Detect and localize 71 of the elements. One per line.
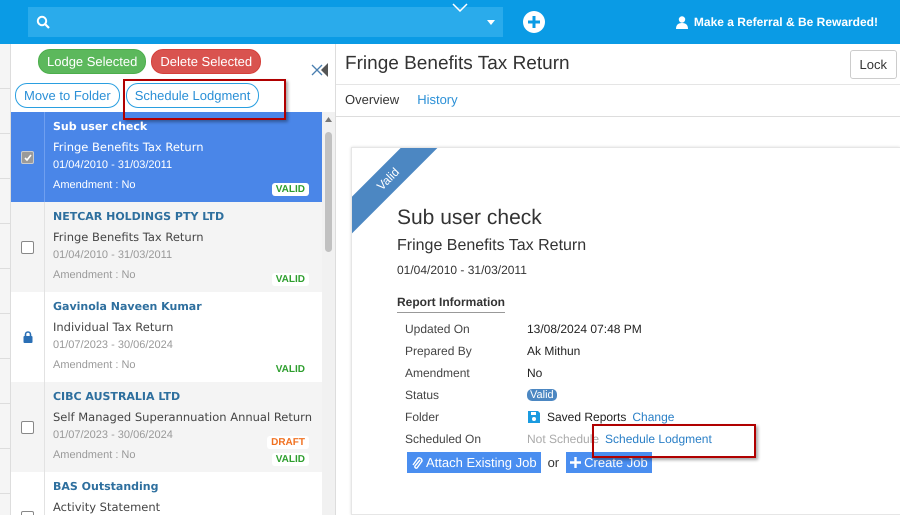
attach-job-button[interactable]: Attach Existing Job — [407, 452, 541, 474]
delete-button[interactable]: Delete Selected — [151, 49, 262, 74]
report-name: Sub user check — [397, 206, 543, 230]
lock-icon — [22, 331, 32, 343]
status-badge: VALID — [272, 453, 309, 466]
search-icon — [36, 15, 50, 29]
field-label: Amendment — [405, 366, 470, 380]
field-label: Status — [405, 388, 440, 402]
field-label: Updated On — [405, 322, 470, 336]
or-text: or — [548, 455, 560, 470]
amendment-status: Amendment : No — [52, 449, 136, 463]
field-value: Ak Mithun — [527, 344, 580, 358]
add-icon[interactable] — [523, 11, 545, 33]
caret-icon[interactable] — [487, 20, 495, 24]
client-name: BAS Outstanding — [53, 480, 158, 495]
check-icon — [24, 154, 32, 162]
save-icon — [527, 410, 541, 424]
scroll-up-icon[interactable] — [325, 117, 332, 122]
field-value: No — [527, 366, 542, 380]
return-item[interactable]: NETCAR HOLDINGS PTY LTD Fringe Benefits Tax Return 01/04/2010 - 31/03/2011 Amendment : No VALID — [11, 202, 322, 292]
field-value: 13/08/2024 07:48 PM — [527, 322, 642, 336]
page-title: Fringe Benefits Tax Return — [345, 53, 570, 76]
return-type: Activity Statement — [53, 500, 160, 515]
amendment-status: Amendment : No — [53, 359, 136, 373]
schedule-lodgment-link[interactable]: Schedule Lodgment — [605, 432, 712, 446]
status-badge: DRAFT — [267, 436, 309, 449]
folder-name: Saved Reports — [547, 410, 626, 424]
field-label: Prepared By — [405, 344, 472, 358]
tab[interactable]: Overview — [336, 85, 408, 116]
return-type: Fringe Benefits Tax Return — [53, 140, 204, 156]
paperclip-icon — [411, 456, 423, 470]
plus-icon — [570, 457, 582, 468]
scroll-thumb[interactable] — [325, 132, 332, 252]
return-type: Fringe Benefits Tax Return — [53, 230, 204, 246]
user-icon — [676, 16, 688, 28]
client-name: CIBC AUSTRALIA LTD — [52, 390, 180, 405]
scrollbar[interactable] — [322, 112, 335, 515]
toolbar-button[interactable]: Lodge Selected — [38, 49, 146, 74]
lock-button[interactable]: Lock — [850, 50, 897, 79]
return-type: Individual Tax Return — [53, 320, 174, 336]
client-name: Sub user check — [53, 120, 148, 135]
section-heading: Report Information — [397, 295, 505, 314]
chevron-icon — [452, 3, 468, 12]
return-period: 01/04/2010 - 31/03/2011 — [53, 159, 172, 173]
collapse-icon[interactable] — [311, 62, 329, 78]
tab[interactable]: History — [408, 85, 467, 116]
status-badge: Valid — [527, 389, 557, 402]
return-period: 01/07/2023 - 30/06/2024 — [53, 339, 173, 353]
client-name: NETCAR HOLDINGS PTY LTD — [53, 210, 224, 225]
report-type: Fringe Benefits Tax Return — [397, 237, 588, 256]
report-period: 01/04/2010 - 31/03/2011 — [397, 263, 528, 278]
field-label: Scheduled On — [405, 432, 482, 446]
amendment-status: Amendment : No — [53, 179, 136, 193]
return-type: Self Managed Superannuation Annual Return — [52, 410, 312, 426]
client-name: Gavinola Naveen Kumar — [53, 300, 202, 315]
return-period: 01/07/2023 - 30/06/2024 — [52, 429, 173, 443]
create-job-button[interactable]: Create Job — [566, 452, 652, 474]
status-badge: VALID — [272, 273, 309, 286]
toolbar-button[interactable]: Move to Folder — [15, 83, 120, 108]
return-period: 01/04/2010 - 31/03/2011 — [53, 249, 172, 263]
change-link[interactable]: Change — [632, 410, 674, 424]
field-label: Folder — [405, 410, 440, 424]
return-item[interactable]: Sub user check Fringe Benefits Tax Return 01/04/2010 - 31/03/2011 Amendment : No VALID — [11, 112, 322, 202]
toolbar-button[interactable]: Schedule Lodgment — [126, 83, 260, 108]
return-item[interactable]: CIBC AUSTRALIA LTD Self Managed Superannuation Annual Return 01/07/2023 - 30/06/2024 Amendment : No DRAFT VALID — [11, 382, 322, 472]
referral-link[interactable]: Make a Referral & Be Rewarded! — [694, 15, 878, 29]
checkbox[interactable] — [20, 421, 34, 434]
status-badge: VALID — [272, 183, 309, 196]
amendment-status: Amendment : No — [53, 269, 136, 283]
checkbox[interactable] — [21, 241, 34, 254]
checkbox[interactable] — [21, 151, 34, 164]
